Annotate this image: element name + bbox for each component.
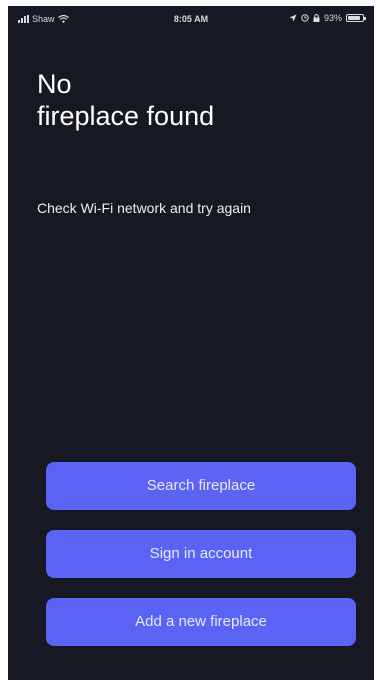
page-title-line-2: fireplace found (37, 101, 215, 131)
alarm-icon (301, 14, 309, 22)
search-fireplace-button[interactable]: Search fireplace (46, 462, 356, 510)
app-screen: Shaw 8:05 AM 93% No fireplace found Chec… (8, 6, 374, 680)
status-right: 93% (289, 13, 366, 23)
status-bar: Shaw 8:05 AM 93% (8, 6, 374, 32)
battery-icon (346, 14, 366, 22)
help-message: Check Wi-Fi network and try again (37, 200, 251, 216)
location-icon (289, 14, 297, 22)
sign-in-account-button[interactable]: Sign in account (46, 530, 356, 578)
lock-icon (313, 14, 320, 22)
page-title: No fireplace found (37, 68, 214, 132)
page-title-line-1: No (37, 69, 72, 99)
battery-percent: 93% (323, 13, 342, 23)
add-fireplace-button[interactable]: Add a new fireplace (46, 598, 356, 646)
